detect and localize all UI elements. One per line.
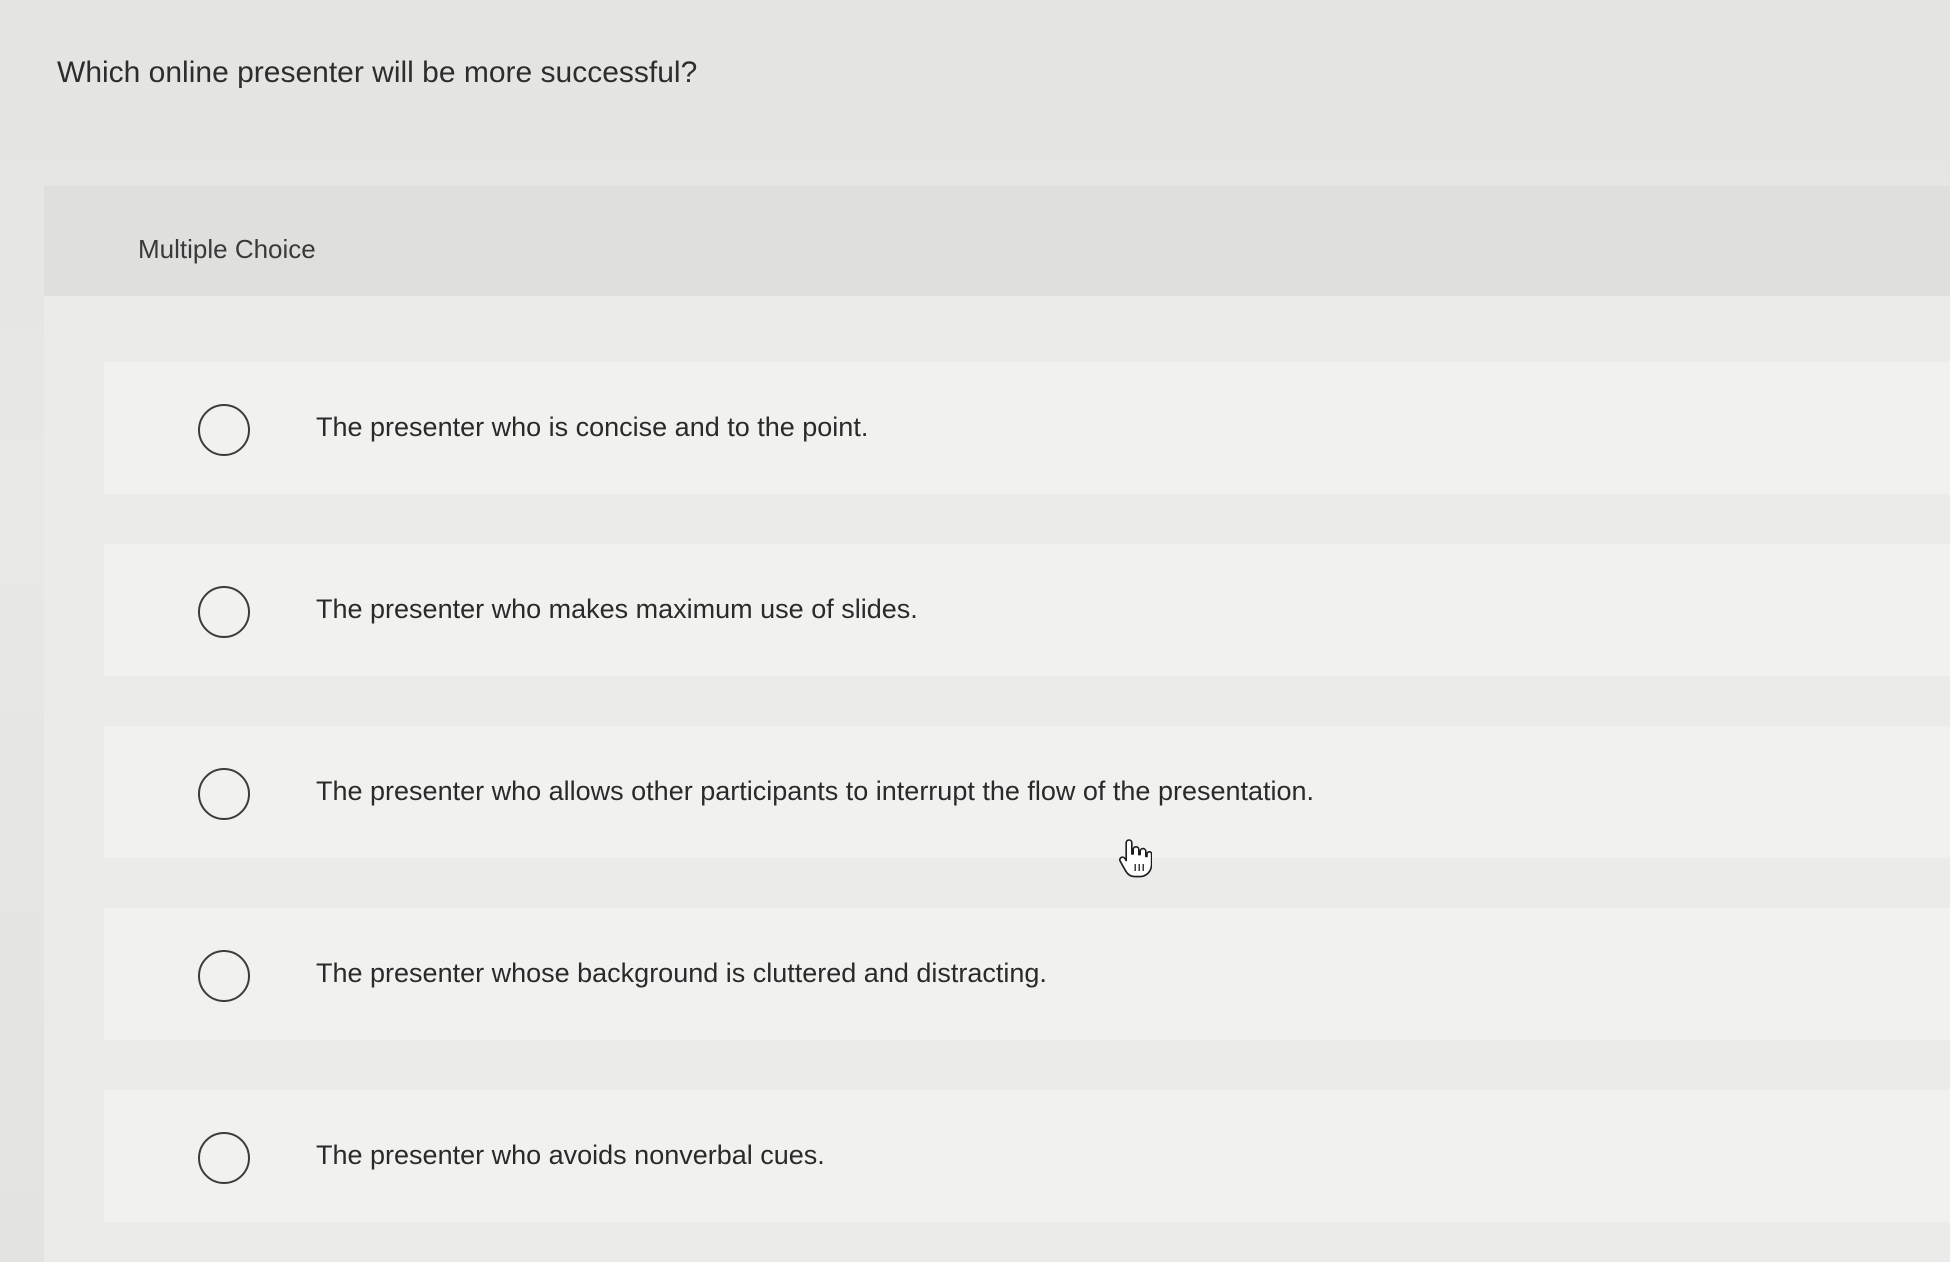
choice-label: The presenter who makes maximum use of s… bbox=[316, 594, 918, 624]
choice-label: The presenter who avoids nonverbal cues. bbox=[316, 1140, 825, 1170]
radio-button[interactable] bbox=[198, 1132, 250, 1184]
choice-option-2[interactable]: The presenter who makes maximum use of s… bbox=[104, 544, 1950, 676]
choice-label: The presenter whose background is clutte… bbox=[316, 958, 1047, 988]
radio-button[interactable] bbox=[198, 404, 250, 456]
radio-button[interactable] bbox=[198, 586, 250, 638]
choice-label: The presenter who is concise and to the … bbox=[316, 412, 869, 442]
question-type-label: Multiple Choice bbox=[138, 234, 316, 264]
choice-option-5[interactable]: The presenter who avoids nonverbal cues. bbox=[104, 1090, 1950, 1222]
panel-header: Multiple Choice bbox=[44, 186, 1950, 296]
choice-label: The presenter who allows other participa… bbox=[316, 776, 1315, 806]
question-panel: Multiple Choice The presenter who is con… bbox=[44, 186, 1950, 1262]
radio-button[interactable] bbox=[198, 768, 250, 820]
question-text: Which online presenter will be more succ… bbox=[57, 56, 698, 89]
choice-option-3[interactable]: The presenter who allows other participa… bbox=[104, 726, 1950, 858]
choice-option-1[interactable]: The presenter who is concise and to the … bbox=[104, 362, 1950, 494]
hand-pointer-icon bbox=[1119, 839, 1152, 878]
radio-button[interactable] bbox=[198, 950, 250, 1002]
choice-option-4[interactable]: The presenter whose background is clutte… bbox=[104, 908, 1950, 1040]
